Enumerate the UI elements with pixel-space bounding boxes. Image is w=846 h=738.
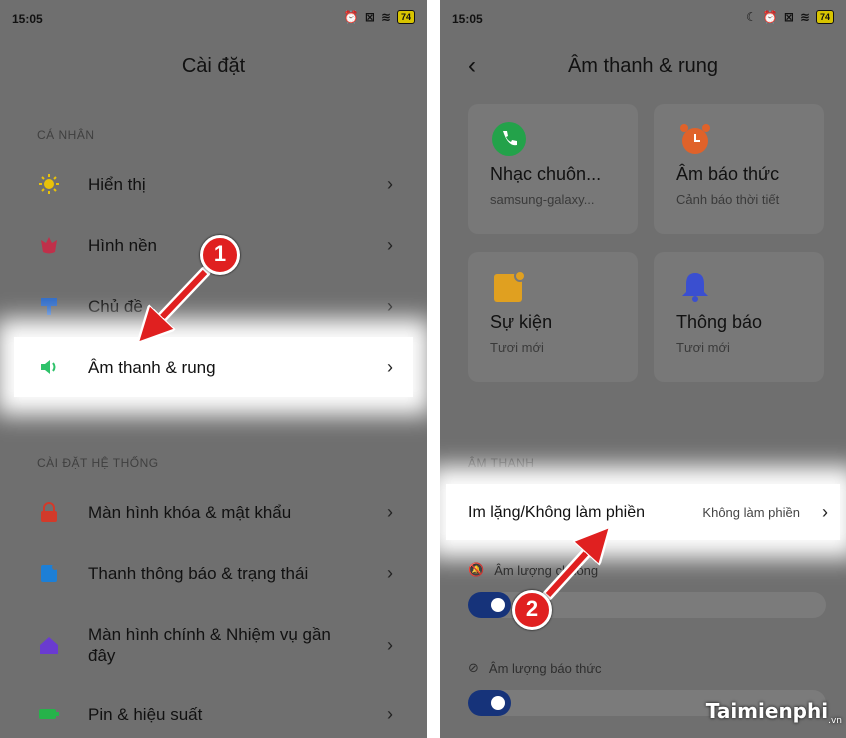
- chevron-right-icon: ›: [387, 501, 393, 522]
- settings-item-label: Màn hình chính & Nhiệm vụ gần đây: [88, 625, 331, 665]
- settings-screen: 15:05 ⏰ ⊠ ≋ 74 Cài đặt CÁ NHÂN Hiển thị …: [0, 0, 427, 738]
- chevron-right-icon: ›: [822, 501, 828, 522]
- card-events[interactable]: Sự kiện Tươi mới: [468, 252, 638, 382]
- chevron-right-icon: ›: [387, 562, 393, 583]
- settings-item-theme[interactable]: Chủ đề ›: [0, 276, 427, 336]
- card-title: Nhạc chuôn...: [490, 164, 602, 184]
- paint-roller-icon: [38, 295, 60, 317]
- chevron-right-icon: ›: [387, 703, 393, 724]
- card-subtitle: samsung-galaxy...: [490, 192, 595, 207]
- lock-icon: [38, 501, 60, 523]
- battery-indicator: 74: [396, 10, 415, 24]
- sim-icon: ⊠: [783, 10, 794, 24]
- watermark-logo: Taimienphi.vn: [705, 699, 842, 726]
- status-bar: 15:05 ☾ ⏰ ⊠ ≋ 74: [440, 0, 846, 38]
- volume-label-text: Âm lượng báo thức: [488, 660, 602, 676]
- alarm-icon: ⏰: [762, 10, 778, 24]
- sound-vibration-screen: 15:05 ☾ ⏰ ⊠ ≋ 74 ‹ Âm thanh & rung Nhạc …: [440, 0, 846, 738]
- wifi-icon: ≋: [380, 10, 391, 24]
- flower-icon: [38, 234, 60, 256]
- settings-item-label: Âm thanh & rung: [88, 357, 216, 377]
- settings-item-notification-bar[interactable]: Thanh thông báo & trạng thái ›: [0, 543, 427, 603]
- battery-indicator: 74: [815, 10, 834, 24]
- home-icon: [38, 634, 60, 656]
- moon-icon: ☾: [746, 10, 757, 24]
- bell-icon: [678, 270, 712, 304]
- chevron-right-icon: ›: [387, 234, 393, 255]
- bell-muted-icon: 🔕: [468, 562, 485, 577]
- speaker-icon: [38, 356, 60, 378]
- alarm-muted-icon: ⊘: [468, 660, 479, 675]
- volume-label-text: Âm lượng chuông: [494, 562, 599, 578]
- ringtone-volume-label: 🔕 Âm lượng chuông: [468, 562, 598, 578]
- settings-item-label: Hiển thị: [88, 174, 146, 194]
- notification-icon: [38, 562, 60, 584]
- silent-dnd-label: Im lặng/Không làm phiền: [468, 503, 645, 521]
- slider-knob[interactable]: [491, 598, 505, 612]
- section-personal: CÁ NHÂN: [37, 128, 95, 142]
- section-system: CÀI ĐẶT HỆ THỐNG: [37, 456, 159, 470]
- silent-dnd-row[interactable]: Im lặng/Không làm phiền Không làm phiền …: [446, 484, 840, 540]
- card-ringtone[interactable]: Nhạc chuôn... samsung-galaxy...: [468, 104, 638, 234]
- step-badge-2: 2: [512, 590, 552, 630]
- card-notifications[interactable]: Thông báo Tươi mới: [654, 252, 824, 382]
- settings-item-display[interactable]: Hiển thị ›: [0, 154, 427, 214]
- page-title: Âm thanh & rung: [567, 55, 719, 77]
- status-bar: 15:05 ⏰ ⊠ ≋ 74: [0, 0, 427, 38]
- settings-item-sound[interactable]: Âm thanh & rung ›: [14, 337, 413, 397]
- settings-item-battery[interactable]: Pin & hiệu suất ›: [0, 684, 427, 738]
- card-title: Sự kiện: [490, 312, 553, 332]
- settings-item-lockscreen[interactable]: Màn hình khóa & mật khẩu ›: [0, 482, 427, 542]
- settings-item-label: Hình nền: [88, 235, 157, 255]
- step-badge-1: 1: [200, 235, 240, 275]
- page-title: Cài đặt: [181, 55, 246, 77]
- card-title: Âm báo thức: [676, 164, 780, 184]
- status-time: 15:05: [452, 12, 483, 26]
- sun-icon: [38, 173, 60, 195]
- card-title: Thông báo: [676, 312, 763, 332]
- settings-item-label: Thanh thông báo & trạng thái: [88, 563, 309, 583]
- settings-item-label: Pin & hiệu suất: [88, 704, 203, 724]
- section-sound: ÂM THANH: [468, 456, 535, 470]
- chevron-right-icon: ›: [387, 356, 393, 377]
- alarm-clock-icon: [678, 122, 712, 156]
- wifi-icon: ≋: [799, 10, 810, 24]
- silent-dnd-value: Không làm phiền: [702, 504, 800, 520]
- alarm-icon: ⏰: [343, 10, 359, 24]
- battery-icon: [38, 703, 60, 725]
- alarm-volume-label: ⊘ Âm lượng báo thức: [468, 660, 602, 676]
- chevron-right-icon: ›: [387, 173, 393, 194]
- card-alarm-sound[interactable]: Âm báo thức Cảnh báo thời tiết: [654, 104, 824, 234]
- slider-knob[interactable]: [491, 696, 505, 710]
- settings-item-label: Chủ đề: [88, 296, 143, 316]
- status-time: 15:05: [12, 12, 43, 26]
- chevron-right-icon: ›: [387, 634, 393, 655]
- phone-icon: [492, 122, 526, 156]
- settings-item-home-screen[interactable]: Màn hình chính & Nhiệm vụ gần đây ›: [0, 612, 427, 678]
- settings-item-label: Màn hình khóa & mật khẩu: [88, 502, 292, 522]
- card-subtitle: Cảnh báo thời tiết: [676, 192, 780, 207]
- card-subtitle: Tươi mới: [676, 340, 730, 355]
- card-subtitle: Tươi mới: [490, 340, 544, 355]
- chevron-right-icon: ›: [387, 295, 393, 316]
- calendar-icon: [492, 270, 526, 304]
- sim-icon: ⊠: [364, 10, 375, 24]
